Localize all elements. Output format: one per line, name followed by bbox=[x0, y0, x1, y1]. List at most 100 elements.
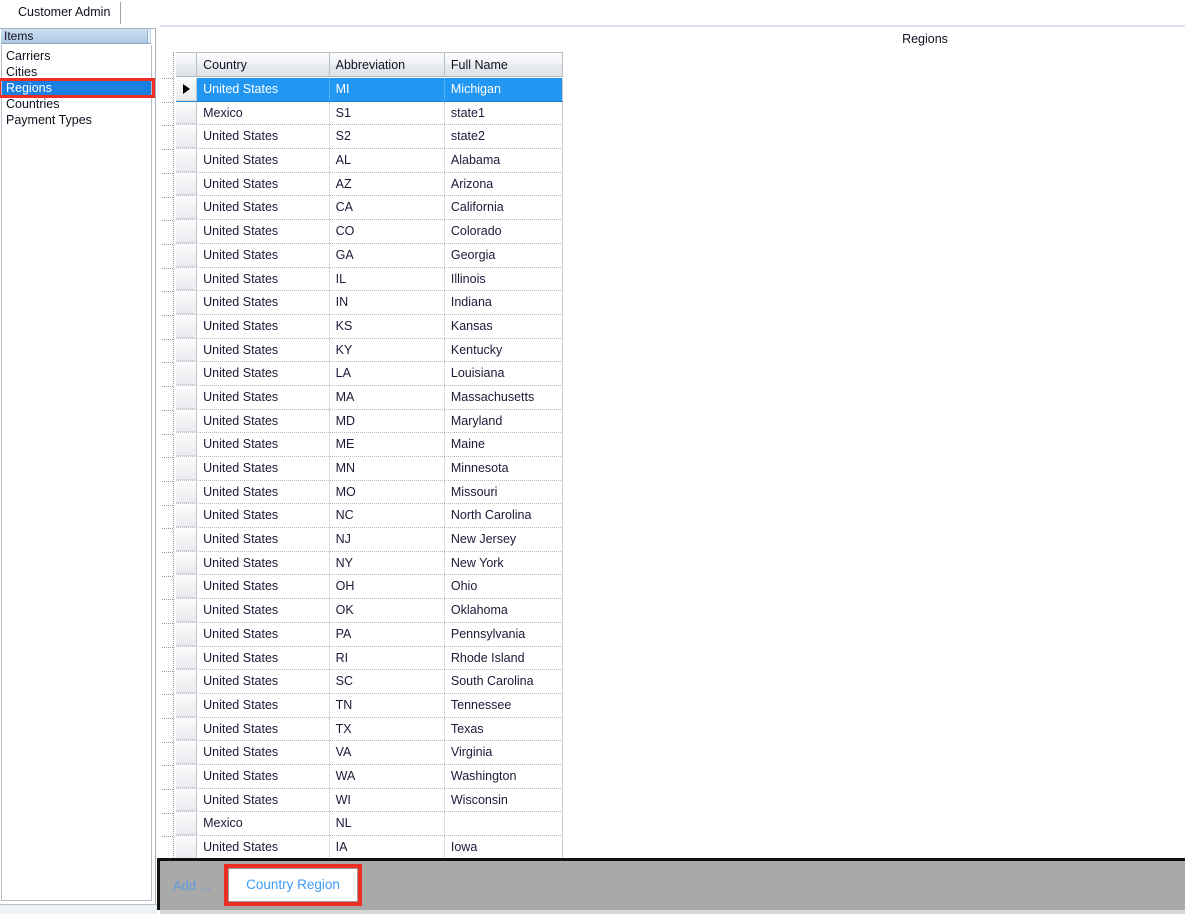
row-header-selector[interactable] bbox=[176, 693, 198, 717]
cell-full-name[interactable]: Colorado bbox=[445, 220, 563, 243]
row-header-selector[interactable] bbox=[176, 267, 198, 291]
row-header-selector[interactable] bbox=[176, 362, 198, 385]
table-row[interactable]: United States ME Maine bbox=[176, 433, 563, 457]
row-header-selector[interactable] bbox=[176, 291, 198, 314]
table-row[interactable]: United States MD Maryland bbox=[176, 409, 563, 434]
cell-abbreviation[interactable]: S1 bbox=[330, 101, 445, 125]
row-header-selector[interactable] bbox=[176, 528, 198, 551]
sidebar-item-regions[interactable]: Regions bbox=[0, 78, 155, 98]
table-row[interactable]: United States OH Ohio bbox=[176, 575, 563, 600]
sidebar-item-list[interactable]: Carriers Cities Regions Countries Payment Ty… bbox=[0, 45, 155, 901]
row-header-selector[interactable] bbox=[176, 172, 198, 196]
cell-abbreviation[interactable]: WA bbox=[330, 764, 445, 788]
table-row[interactable]: Mexico S1 state1 bbox=[176, 101, 563, 126]
row-header-selector[interactable] bbox=[176, 717, 198, 741]
row-header-selector[interactable] bbox=[176, 409, 198, 433]
cell-country[interactable]: United States bbox=[197, 409, 330, 433]
cell-country[interactable]: United States bbox=[197, 291, 330, 314]
cell-full-name[interactable]: Alabama bbox=[445, 149, 563, 172]
country-region-button[interactable]: Country Region bbox=[228, 868, 358, 902]
cell-abbreviation[interactable]: MA bbox=[330, 385, 445, 409]
table-row[interactable]: United States KS Kansas bbox=[176, 314, 563, 339]
cell-full-name[interactable]: Louisiana bbox=[445, 362, 563, 385]
cell-abbreviation[interactable]: ME bbox=[330, 433, 445, 456]
row-header-selector[interactable] bbox=[176, 314, 198, 338]
row-header-selector[interactable] bbox=[176, 504, 198, 528]
table-row[interactable]: United States CO Colorado bbox=[176, 220, 563, 244]
cell-abbreviation[interactable]: TN bbox=[330, 693, 445, 717]
row-header-selector[interactable] bbox=[176, 243, 198, 267]
cell-country[interactable]: United States bbox=[197, 670, 330, 693]
cell-full-name[interactable]: Illinois bbox=[445, 267, 563, 291]
row-header-selector[interactable] bbox=[176, 741, 198, 764]
row-header-selector[interactable] bbox=[176, 764, 198, 788]
table-row[interactable]: United States S2 state2 bbox=[176, 125, 563, 150]
table-row[interactable]: United States MI Michigan bbox=[176, 78, 563, 102]
sidebar-item-payment-types[interactable]: Payment Types bbox=[2, 112, 151, 128]
table-row[interactable]: United States SC South Carolina bbox=[176, 670, 563, 694]
add-label[interactable]: Add ... bbox=[173, 878, 211, 893]
cell-full-name[interactable]: Tennessee bbox=[445, 693, 563, 717]
cell-abbreviation[interactable]: NC bbox=[330, 504, 445, 528]
row-header-selector[interactable] bbox=[176, 575, 198, 599]
row-header-selector[interactable] bbox=[176, 220, 198, 243]
cell-country[interactable]: United States bbox=[197, 196, 330, 220]
cell-country[interactable]: United States bbox=[197, 314, 330, 338]
cell-abbreviation[interactable]: NY bbox=[330, 551, 445, 575]
row-header-selector[interactable] bbox=[176, 125, 198, 149]
row-header-selector[interactable] bbox=[176, 196, 198, 220]
table-row[interactable]: United States MA Massachusetts bbox=[176, 385, 563, 410]
row-header-selector[interactable] bbox=[176, 338, 198, 362]
cell-country[interactable]: United States bbox=[197, 528, 330, 551]
cell-abbreviation[interactable]: IN bbox=[330, 291, 445, 314]
cell-country[interactable]: United States bbox=[197, 78, 330, 101]
table-row[interactable]: Mexico NL bbox=[176, 812, 563, 836]
cell-abbreviation[interactable]: AL bbox=[330, 149, 445, 172]
cell-country[interactable]: United States bbox=[197, 267, 330, 291]
cell-abbreviation[interactable]: TX bbox=[330, 717, 445, 741]
cell-abbreviation[interactable]: MO bbox=[330, 480, 445, 504]
table-row[interactable]: United States IL Illinois bbox=[176, 267, 563, 292]
cell-full-name[interactable]: Virginia bbox=[445, 741, 563, 764]
cell-abbreviation[interactable]: WI bbox=[330, 788, 445, 812]
cell-full-name[interactable]: New Jersey bbox=[445, 528, 563, 551]
cell-abbreviation[interactable]: S2 bbox=[330, 125, 445, 149]
cell-country[interactable]: United States bbox=[197, 338, 330, 362]
cell-full-name[interactable]: Ohio bbox=[445, 575, 563, 599]
table-row[interactable]: United States WA Washington bbox=[176, 764, 563, 789]
table-row[interactable]: United States MO Missouri bbox=[176, 480, 563, 505]
row-header-selector[interactable] bbox=[176, 78, 198, 101]
cell-full-name[interactable]: North Carolina bbox=[445, 504, 563, 528]
table-row[interactable]: United States KY Kentucky bbox=[176, 338, 563, 363]
cell-full-name[interactable] bbox=[445, 812, 563, 835]
column-header-full-name[interactable]: Full Name bbox=[444, 53, 563, 76]
cell-full-name[interactable]: state1 bbox=[445, 101, 563, 125]
table-row[interactable]: United States OK Oklahoma bbox=[176, 599, 563, 623]
cell-full-name[interactable]: Georgia bbox=[445, 243, 563, 267]
cell-abbreviation[interactable]: VA bbox=[330, 741, 445, 764]
sidebar-item-carriers[interactable]: Carriers bbox=[2, 48, 151, 64]
row-header-selector[interactable] bbox=[176, 101, 198, 125]
cell-abbreviation[interactable]: MI bbox=[329, 78, 445, 101]
cell-abbreviation[interactable]: MN bbox=[330, 457, 445, 480]
cell-country[interactable]: United States bbox=[197, 220, 330, 243]
table-row[interactable]: United States NC North Carolina bbox=[176, 504, 563, 529]
sidebar-item-cities[interactable]: Cities bbox=[2, 64, 151, 80]
cell-full-name[interactable]: Indiana bbox=[445, 291, 563, 314]
cell-full-name[interactable]: Texas bbox=[445, 717, 563, 741]
row-header-selector[interactable] bbox=[176, 480, 198, 504]
regions-data-grid[interactable]: Country Abbreviation Full Name United St… bbox=[176, 30, 568, 860]
cell-country[interactable]: United States bbox=[197, 764, 330, 788]
cell-abbreviation[interactable]: KY bbox=[330, 338, 445, 362]
table-row[interactable]: United States AL Alabama bbox=[176, 149, 563, 173]
cell-country[interactable]: Mexico bbox=[197, 812, 330, 835]
cell-abbreviation[interactable]: SC bbox=[330, 670, 445, 693]
tab-customer-admin[interactable]: Customer Admin bbox=[8, 2, 122, 24]
table-row[interactable]: United States AZ Arizona bbox=[176, 172, 563, 197]
cell-country[interactable]: United States bbox=[197, 717, 330, 741]
cell-full-name[interactable]: Maryland bbox=[445, 409, 563, 433]
cell-country[interactable]: United States bbox=[197, 172, 330, 196]
table-row[interactable]: United States VA Virginia bbox=[176, 741, 563, 765]
grid-select-all-corner[interactable] bbox=[176, 53, 198, 76]
cell-abbreviation[interactable]: RI bbox=[330, 646, 445, 670]
